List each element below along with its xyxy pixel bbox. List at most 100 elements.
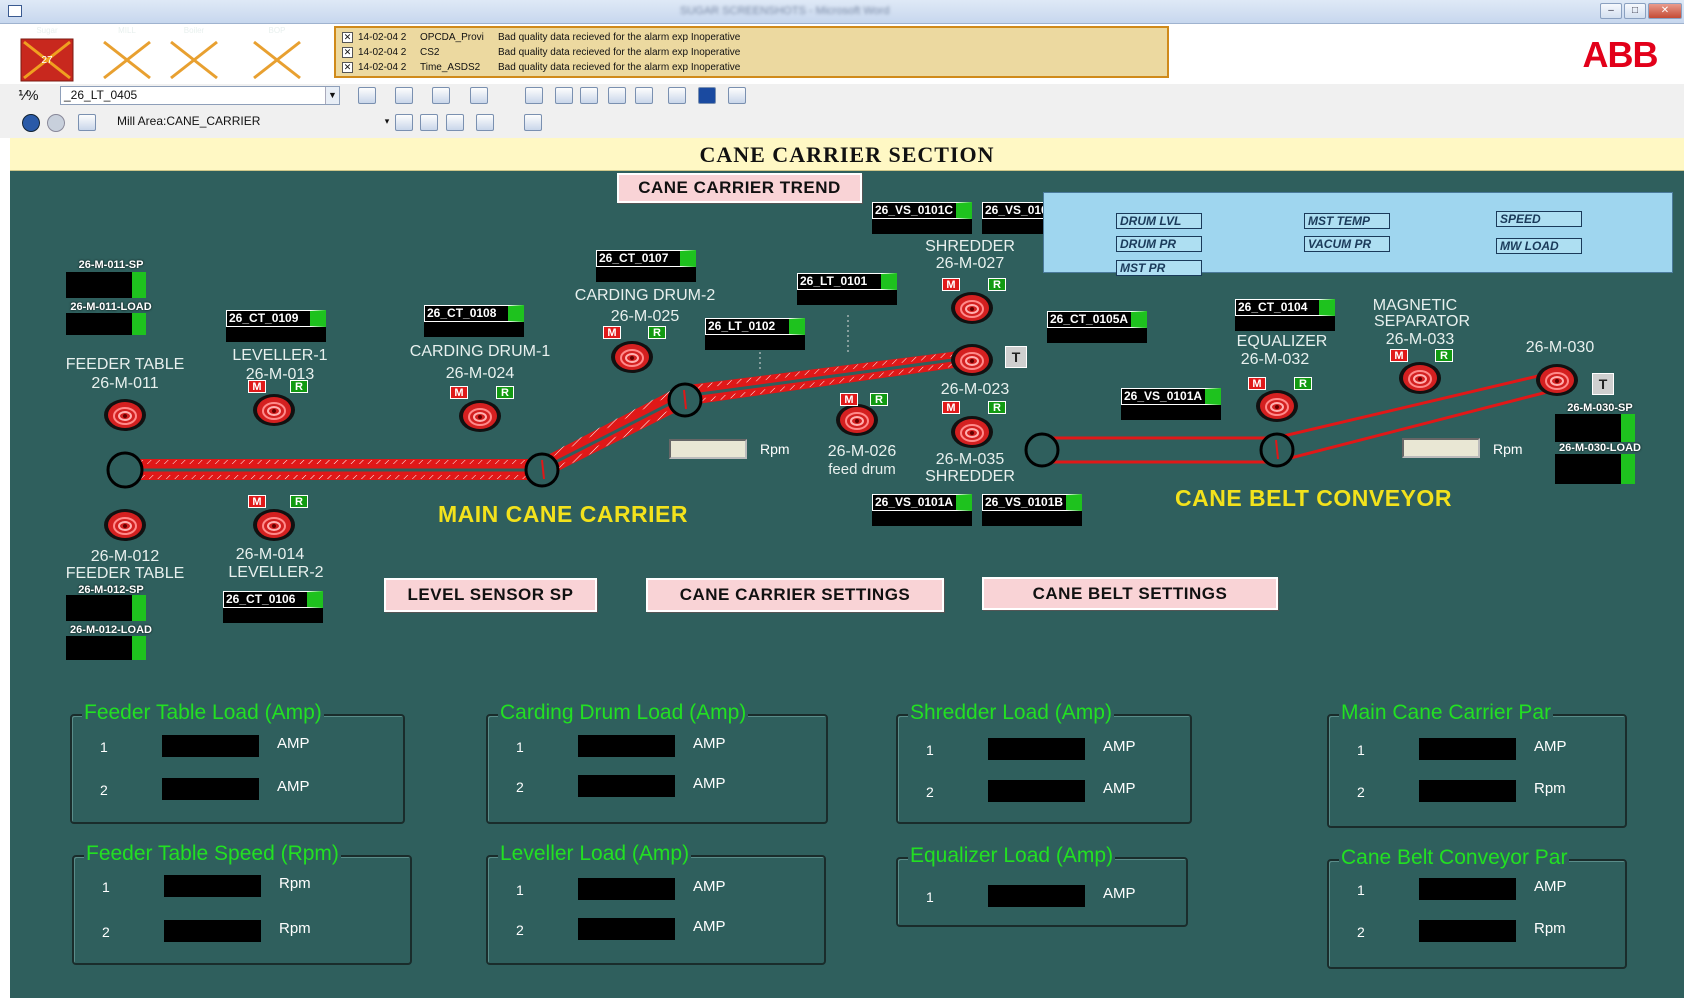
remote-mode-badge[interactable]: R bbox=[648, 326, 666, 339]
tag-26-vs-0101b[interactable]: 26_VS_0101B bbox=[982, 494, 1082, 526]
manual-mode-badge[interactable]: M bbox=[1248, 377, 1266, 390]
carrier-rpm-field[interactable] bbox=[669, 439, 747, 459]
mst-temp-box[interactable]: MST TEMP bbox=[1304, 213, 1390, 229]
setpoint-26-m-011[interactable]: 26-M-011-SP 26-M-011-LOAD bbox=[66, 259, 152, 335]
tag-26-lt-0101[interactable]: 26_LT_0101 bbox=[797, 273, 897, 305]
param-value-field[interactable] bbox=[1419, 920, 1516, 942]
param-value-field[interactable] bbox=[988, 885, 1085, 907]
tag-26-ct-0104[interactable]: 26_CT_0104 bbox=[1235, 299, 1335, 331]
motor-icon bbox=[1256, 390, 1298, 422]
param-unit: AMP bbox=[277, 778, 310, 795]
param-group-equalizer-load: Equalizer Load (Amp) 1 AMP bbox=[896, 844, 1188, 927]
motor-26-m-026[interactable] bbox=[834, 402, 878, 438]
param-row-index: 2 bbox=[926, 784, 934, 800]
motor-26-m-011[interactable] bbox=[102, 397, 146, 433]
param-value-field[interactable] bbox=[1419, 738, 1516, 760]
param-value-field[interactable] bbox=[162, 778, 259, 800]
motor-26-m-013[interactable] bbox=[251, 392, 295, 428]
tag-26-ct-0106[interactable]: 26_CT_0106 bbox=[223, 591, 323, 623]
param-value-field[interactable] bbox=[988, 780, 1085, 802]
param-group-belt-conveyor-par: Cane Belt Conveyor Par 1 AMP 2 Rpm bbox=[1327, 846, 1627, 969]
m030-t-button[interactable]: T bbox=[1592, 373, 1614, 395]
param-group-feeder-speed: Feeder Table Speed (Rpm) 1 Rpm 2 Rpm bbox=[72, 842, 412, 965]
param-unit: AMP bbox=[277, 735, 310, 752]
drum-lvl-box[interactable]: DRUM LVL bbox=[1116, 213, 1202, 229]
leveller-2-id: 26-M-014 bbox=[235, 546, 305, 563]
mst-pr-box[interactable]: MST PR bbox=[1116, 260, 1202, 276]
remote-mode-badge[interactable]: R bbox=[290, 495, 308, 508]
tag-26-vs-0101c[interactable]: 26_VS_0101C bbox=[872, 202, 972, 234]
shredder-t-button[interactable]: T bbox=[1005, 346, 1027, 368]
cane-carrier-trend-button[interactable]: CANE CARRIER TREND bbox=[617, 173, 862, 203]
remote-mode-badge[interactable]: R bbox=[1435, 349, 1453, 362]
speed-box[interactable]: SPEED bbox=[1496, 211, 1582, 227]
tag-26-vs-0101a-belt[interactable]: 26_VS_0101A bbox=[1121, 388, 1221, 420]
param-value-field[interactable] bbox=[1419, 878, 1516, 900]
motor-26-m-023-id: 26-M-023 bbox=[940, 381, 1010, 398]
motor-26-m-035[interactable] bbox=[949, 414, 993, 450]
motor-icon bbox=[104, 509, 146, 541]
motor-26-m-024[interactable] bbox=[457, 398, 501, 434]
motor-26-m-033[interactable] bbox=[1397, 360, 1441, 396]
param-value-field[interactable] bbox=[1419, 780, 1516, 802]
param-unit: AMP bbox=[693, 918, 726, 935]
cane-belt-settings-button[interactable]: CANE BELT SETTINGS bbox=[982, 577, 1278, 610]
motor-icon bbox=[253, 509, 295, 541]
param-row-index: 1 bbox=[926, 889, 934, 905]
param-value-field[interactable] bbox=[164, 920, 261, 942]
tag-26-ct-0107[interactable]: 26_CT_0107 bbox=[596, 250, 696, 282]
motor-26-m-027[interactable] bbox=[949, 290, 993, 326]
motor-icon bbox=[1536, 364, 1578, 396]
motor-26-m-014[interactable] bbox=[251, 507, 295, 543]
motor-26-m-030[interactable] bbox=[1534, 362, 1578, 398]
param-row-index: 2 bbox=[100, 782, 108, 798]
param-group-title: Feeder Table Load (Amp) bbox=[82, 701, 324, 725]
remote-mode-badge[interactable]: R bbox=[988, 401, 1006, 414]
setpoint-26-m-030[interactable]: 26-M-030-SP 26-M-030-LOAD bbox=[1555, 402, 1641, 484]
manual-mode-badge[interactable]: M bbox=[248, 495, 266, 508]
tag-26-ct-0108[interactable]: 26_CT_0108 bbox=[424, 305, 524, 337]
manual-mode-badge[interactable]: M bbox=[840, 393, 858, 406]
remote-mode-badge[interactable]: R bbox=[496, 386, 514, 399]
vacum-pr-box[interactable]: VACUM PR bbox=[1304, 236, 1390, 252]
remote-mode-badge[interactable]: R bbox=[988, 278, 1006, 291]
param-value-field[interactable] bbox=[988, 738, 1085, 760]
param-value-field[interactable] bbox=[162, 735, 259, 757]
manual-mode-badge[interactable]: M bbox=[1390, 349, 1408, 362]
param-value-field[interactable] bbox=[578, 878, 675, 900]
manual-mode-badge[interactable]: M bbox=[450, 386, 468, 399]
level-sensor-sp-button[interactable]: LEVEL SENSOR SP bbox=[384, 578, 597, 612]
param-unit: Rpm bbox=[1534, 780, 1566, 797]
equalizer-id: 26-M-032 bbox=[1240, 351, 1310, 368]
motor-icon bbox=[459, 400, 501, 432]
leveller-1-id: 26-M-013 bbox=[245, 366, 315, 383]
manual-mode-badge[interactable]: M bbox=[942, 278, 960, 291]
motor-26-m-035-id: 26-M-035 bbox=[935, 451, 1005, 468]
manual-mode-badge[interactable]: M bbox=[603, 326, 621, 339]
remote-mode-badge[interactable]: R bbox=[870, 393, 888, 406]
param-row-index: 2 bbox=[1357, 784, 1365, 800]
motor-26-m-023[interactable] bbox=[949, 342, 993, 378]
feeder-table-1-label: FEEDER TABLE bbox=[65, 356, 185, 373]
carrier-rpm-unit: Rpm bbox=[760, 441, 790, 457]
belt-rpm-field[interactable] bbox=[1402, 438, 1480, 458]
param-value-field[interactable] bbox=[578, 735, 675, 757]
setpoint-26-m-012[interactable]: 26-M-012-SP 26-M-012-LOAD bbox=[66, 584, 152, 660]
tag-26-ct-0109[interactable]: 26_CT_0109 bbox=[226, 310, 326, 342]
cane-carrier-settings-button[interactable]: CANE CARRIER SETTINGS bbox=[646, 578, 944, 612]
motor-26-m-032[interactable] bbox=[1254, 388, 1298, 424]
drum-pr-box[interactable]: DRUM PR bbox=[1116, 236, 1202, 252]
param-value-field[interactable] bbox=[578, 775, 675, 797]
param-value-field[interactable] bbox=[164, 875, 261, 897]
motor-26-m-025[interactable] bbox=[609, 339, 653, 375]
tag-26-vs-0101a[interactable]: 26_VS_0101A bbox=[872, 494, 972, 526]
manual-mode-badge[interactable]: M bbox=[942, 401, 960, 414]
motor-icon bbox=[253, 394, 295, 426]
mw-load-box[interactable]: MW LOAD bbox=[1496, 238, 1582, 254]
motor-26-m-012[interactable] bbox=[102, 507, 146, 543]
param-value-field[interactable] bbox=[578, 918, 675, 940]
motor-icon bbox=[951, 416, 993, 448]
remote-mode-badge[interactable]: R bbox=[1294, 377, 1312, 390]
tag-26-ct-0105a[interactable]: 26_CT_0105A bbox=[1047, 311, 1147, 343]
param-group-title: Main Cane Carrier Par bbox=[1339, 701, 1554, 725]
